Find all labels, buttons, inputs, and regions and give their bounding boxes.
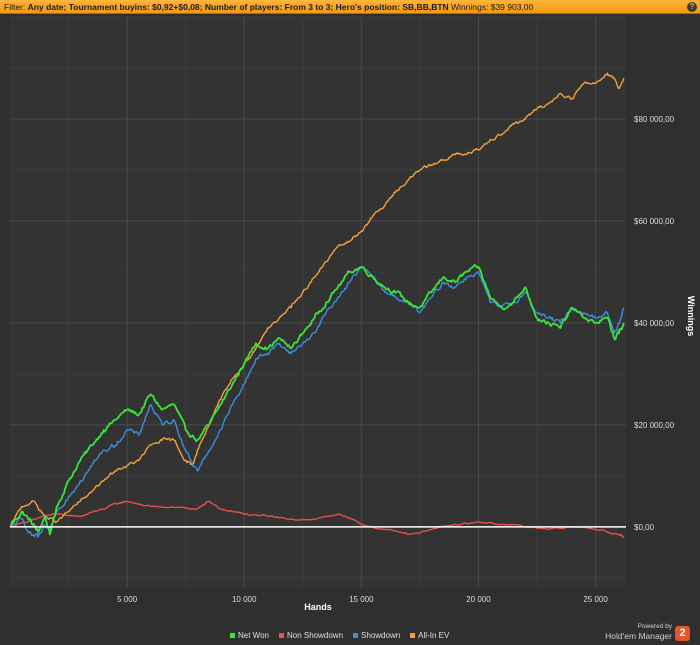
y-tick-label: $20 000,00 — [634, 421, 675, 430]
winnings-chart: 5 000 10 000 15 000 20 000 25 000 $0,00 $20 00… — [9, 16, 696, 612]
legend-item-net-won[interactable]: Net Won — [230, 631, 269, 640]
legend-item-all-in-ev[interactable]: All-In EV — [410, 631, 449, 640]
y-tick-label: $40 000,00 — [634, 319, 675, 328]
plot-area — [10, 17, 626, 588]
y-axis-label: Winnings — [686, 296, 696, 336]
x-tick-label: 10 000 — [232, 595, 257, 604]
legend-label-showdown: Showdown — [361, 630, 401, 640]
x-axis-label: Hands — [304, 602, 332, 612]
y-tick-label: $80 000,00 — [634, 115, 675, 124]
x-tick-label: 15 000 — [349, 595, 374, 604]
hm2-logo-icon: 2 — [675, 626, 690, 641]
legend-swatch-showdown — [353, 632, 359, 638]
x-tick-label: 5 000 — [117, 595, 138, 604]
powered-by-text: Powered by — [637, 623, 672, 630]
winnings-summary: Winnings: $39 903,00 — [448, 2, 534, 12]
y-tick-label: $0,00 — [634, 523, 655, 532]
x-tick-label: 25 000 — [583, 595, 608, 604]
help-icon[interactable]: ? — [687, 2, 697, 12]
legend-swatch-non-showdown — [278, 632, 284, 638]
legend-label-all-in-ev: All-In EV — [418, 630, 450, 640]
legend-label-net-won: Net Won — [238, 630, 269, 640]
filter-prefix: Filter: — [4, 2, 28, 12]
x-tick-label: 20 000 — [466, 595, 491, 604]
legend-swatch-all-in-ev — [410, 632, 416, 638]
filter-bar: Filter: Any date; Tournament buyins: $0,… — [0, 0, 700, 14]
legend-label-non-showdown: Non Showdown — [286, 630, 344, 640]
legend-swatch-net-won — [230, 632, 235, 638]
legend-item-non-showdown[interactable]: Non Showdown — [278, 630, 344, 640]
legend-item-showdown[interactable]: Showdown — [353, 631, 400, 640]
brand-name: Hold'em Manager — [605, 631, 672, 641]
powered-by-block: Powered by Hold'em Manager — [604, 623, 672, 641]
y-tick-label: $60 000,00 — [634, 217, 675, 226]
filter-criteria: Any date; Tournament buyins: $0,92+$0,08… — [27, 2, 449, 12]
chart-legend: Net Won Non Showdown Showdown All-In EV — [230, 629, 449, 641]
